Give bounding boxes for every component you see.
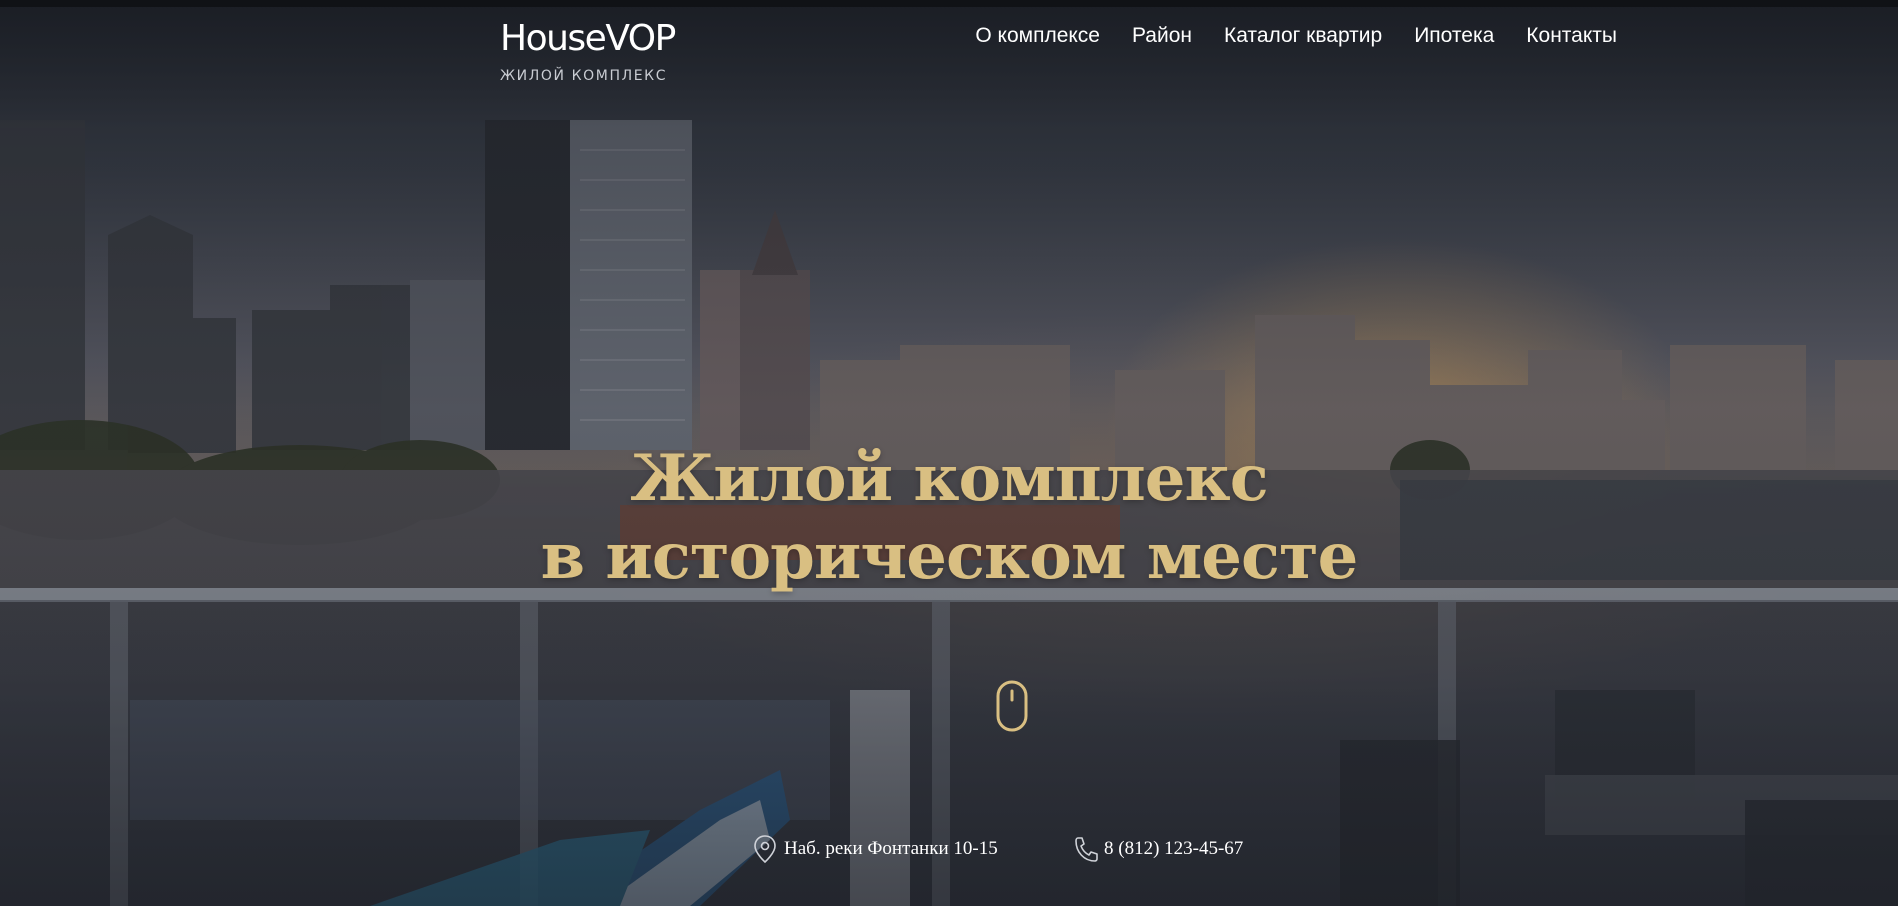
hero-title-line-2: в историческом месте bbox=[540, 519, 1359, 594]
phone-link[interactable]: 8 (812) 123-45-67 bbox=[1072, 834, 1243, 864]
hero-title: Жилой комплекс в историческом месте bbox=[0, 440, 1898, 596]
top-border bbox=[0, 0, 1898, 7]
address-text: Наб. реки Фонтанки 10-15 bbox=[784, 838, 998, 859]
hero-title-line-1: Жилой комплекс bbox=[630, 441, 1268, 516]
phone-text: 8 (812) 123-45-67 bbox=[1104, 838, 1244, 859]
address-item: Наб. реки Фонтанки 10-15 bbox=[752, 834, 998, 864]
nav-item-mortgage[interactable]: Ипотека bbox=[1414, 22, 1494, 50]
hero-section: HouseVOP ЖИЛОЙ КОМПЛЕКС О комплексе Райо… bbox=[0, 0, 1898, 906]
mouse-scroll-icon[interactable] bbox=[996, 680, 1028, 732]
site-logo[interactable]: HouseVOP ЖИЛОЙ КОМПЛЕКС bbox=[500, 18, 680, 90]
nav-item-about[interactable]: О комплексе bbox=[975, 22, 1100, 50]
phone-icon bbox=[1072, 834, 1098, 864]
main-nav: О комплексе Район Каталог квартир Ипотек… bbox=[975, 22, 1617, 50]
nav-item-district[interactable]: Район bbox=[1132, 22, 1192, 50]
nav-item-contacts[interactable]: Контакты bbox=[1526, 22, 1617, 50]
nav-item-catalog[interactable]: Каталог квартир bbox=[1224, 22, 1382, 50]
hero-contacts: Наб. реки Фонтанки 10-15 8 (812) 123-45-… bbox=[0, 834, 1898, 874]
location-pin-icon bbox=[752, 834, 778, 864]
logo-subtitle: ЖИЛОЙ КОМПЛЕКС bbox=[500, 68, 668, 84]
logo-title: HouseVOP bbox=[500, 18, 676, 59]
